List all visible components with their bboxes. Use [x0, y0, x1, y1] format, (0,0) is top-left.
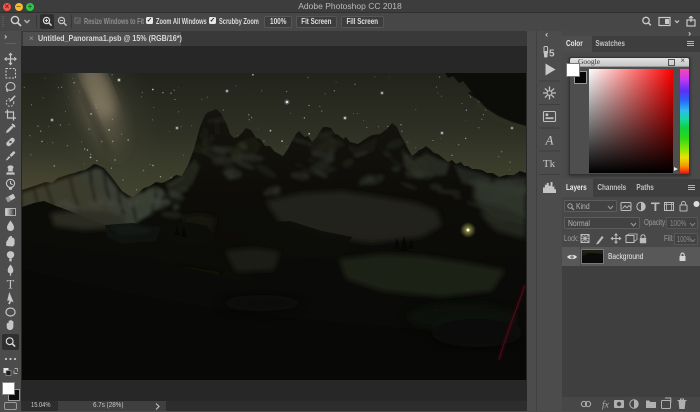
svg-text:Tk: Tk: [543, 158, 556, 170]
svg-text:A: A: [545, 133, 554, 148]
svg-text:fx: fx: [602, 400, 610, 411]
svg-text:5: 5: [549, 49, 555, 60]
svg-text:T: T: [7, 278, 15, 292]
